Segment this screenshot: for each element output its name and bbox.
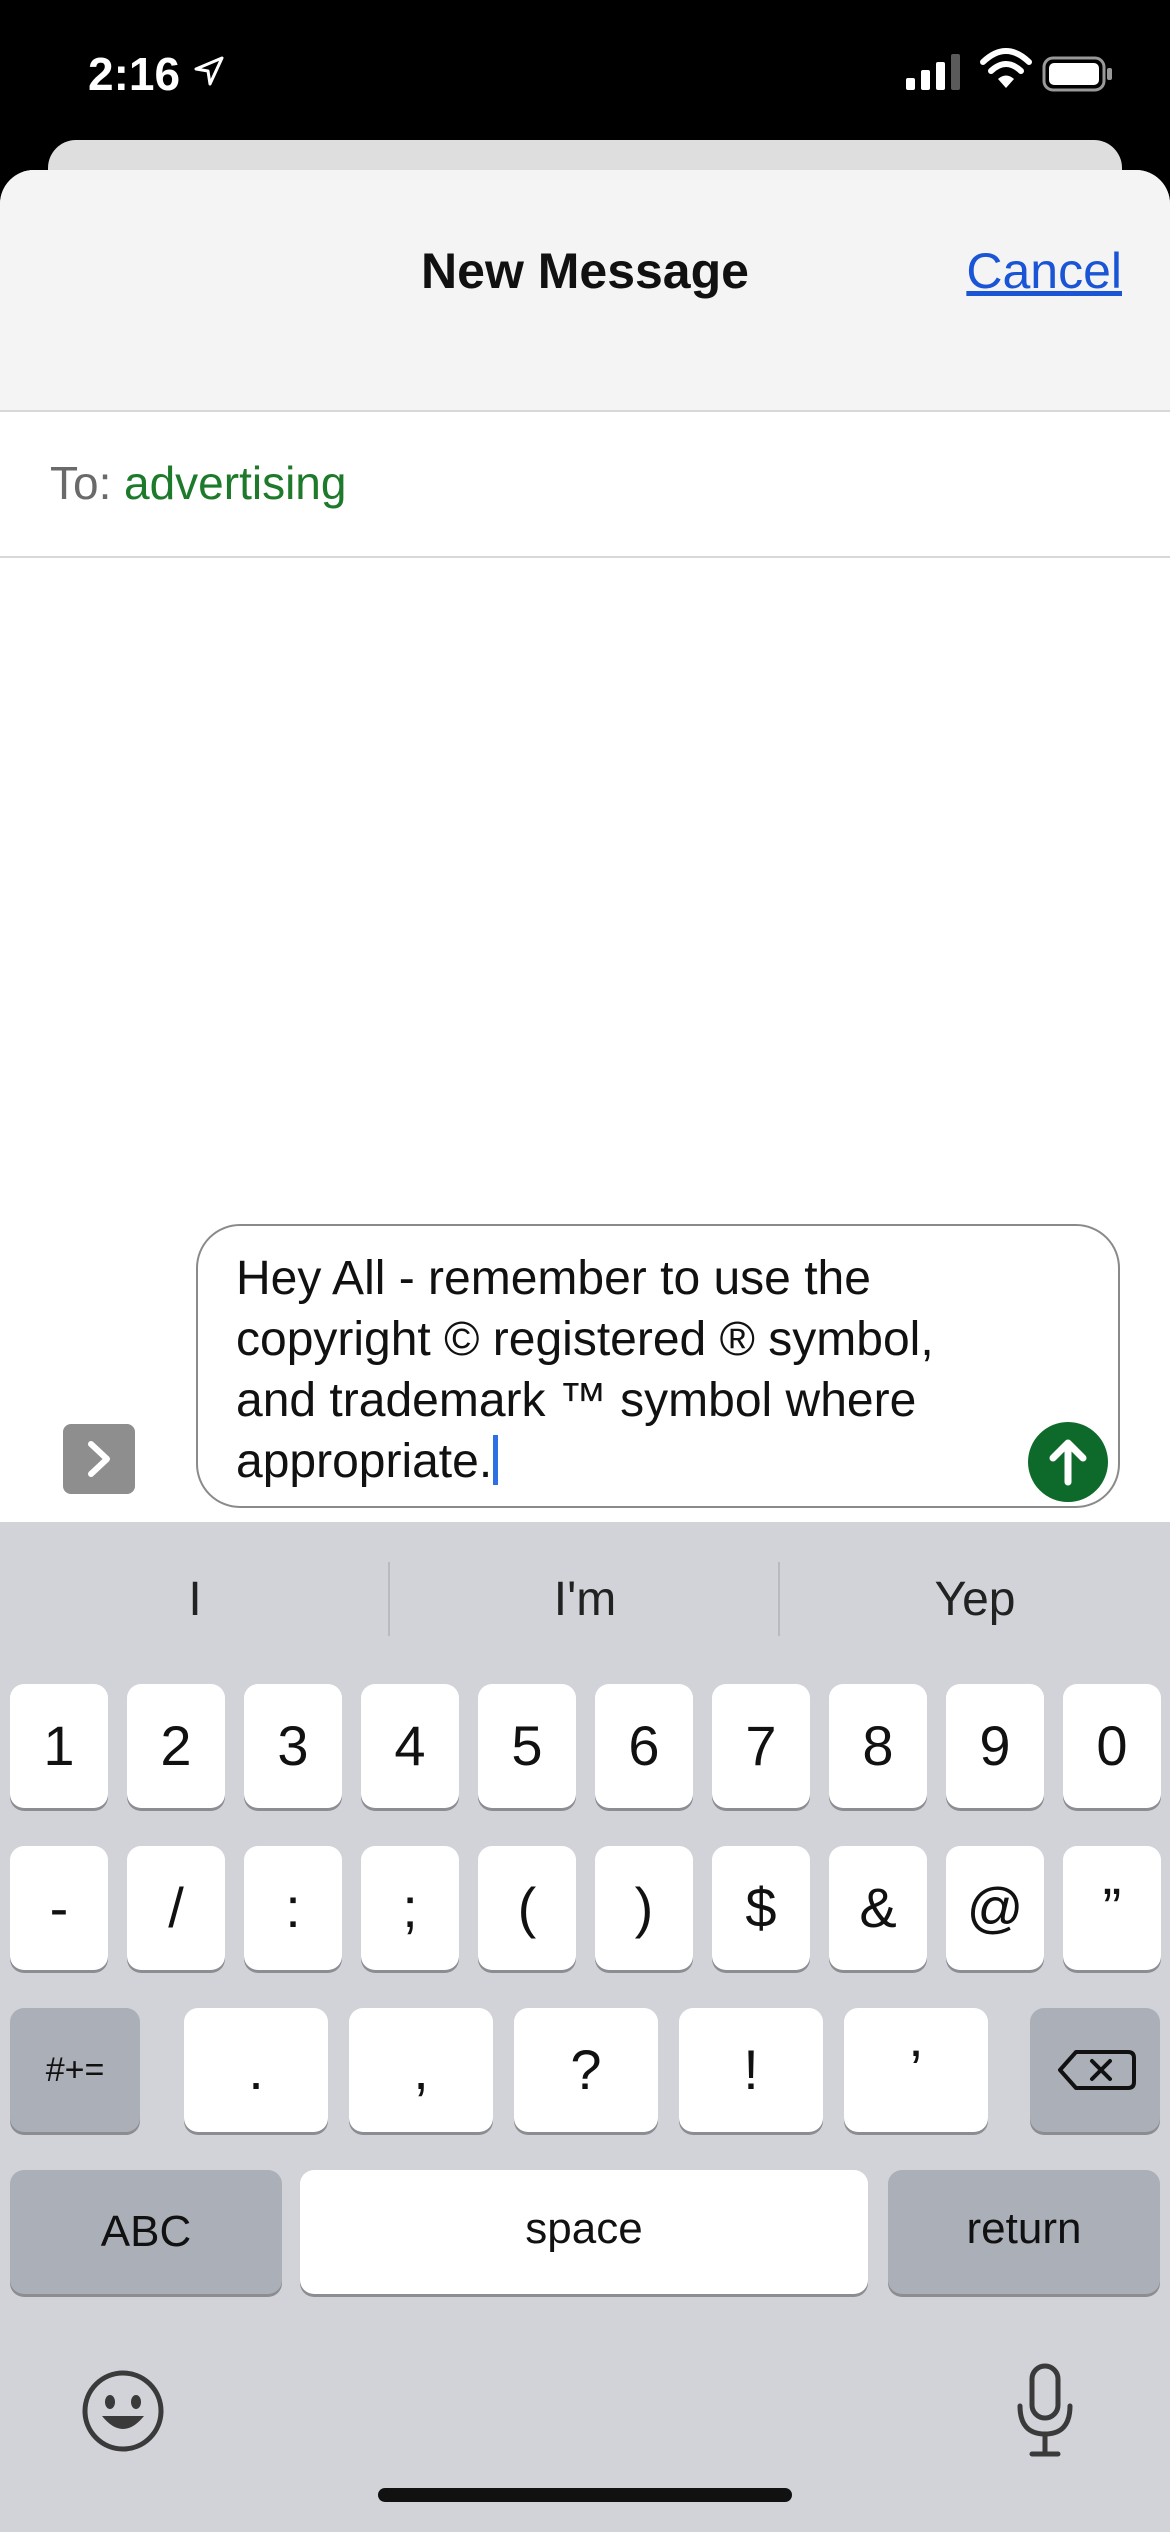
key-row1-0[interactable]: 1 (10, 1684, 108, 1808)
key-label: 0 (1096, 1714, 1128, 1777)
suggestion-1[interactable]: I (0, 1572, 390, 1627)
key-row3-3[interactable]: ! (679, 2008, 823, 2132)
key-label: ( (517, 1876, 537, 1939)
recipient-value[interactable]: advertising (124, 456, 346, 510)
arrow-up-icon (1049, 1439, 1087, 1486)
key-label: ; (402, 1876, 418, 1939)
message-line: and trademark ™ symbol where (236, 1374, 917, 1427)
keyboard: I I'm Yep 1 2 3 4 5 6 7 8 9 0 - /:; () $ & @ ” #+= .,?!… (0, 1522, 1170, 2532)
key-label: 3 (277, 1714, 309, 1777)
key-label: 6 (628, 1714, 660, 1777)
sheet-header: New Message Cancel (0, 170, 1170, 412)
return-key[interactable]: return (888, 2170, 1160, 2294)
key-label: 9 (979, 1714, 1011, 1777)
suggestion-3[interactable]: Yep (780, 1572, 1170, 1627)
key-row1-3[interactable]: 4 (361, 1684, 459, 1808)
chevron-right-icon (88, 1441, 110, 1477)
suggestion-2[interactable]: I'm (390, 1572, 780, 1627)
home-indicator (378, 2488, 792, 2502)
recipient-field[interactable]: To: advertising (0, 412, 1170, 558)
key-label: ’ (909, 2038, 923, 2101)
text-cursor (493, 1435, 499, 1485)
key-label: 4 (394, 1714, 426, 1777)
key-row3-2[interactable]: ? (514, 2008, 658, 2132)
key-row3-1[interactable]: , (349, 2008, 493, 2132)
location-arrow-icon (194, 56, 224, 91)
key-row2-6[interactable]: $ (712, 1846, 810, 1970)
status-time: 2:16 (88, 48, 181, 100)
symbols-toggle-key[interactable]: #+= (10, 2008, 140, 2132)
recipient-label: To: (50, 457, 112, 509)
dictation-button[interactable] (1012, 2362, 1078, 2467)
emoji-button[interactable] (80, 2368, 166, 2459)
key-label: ? (570, 2038, 602, 2101)
key-label: @ (966, 1876, 1024, 1939)
send-button[interactable] (1028, 1422, 1108, 1502)
message-line: Hey All - remember to use the (236, 1252, 871, 1305)
key-row3-0[interactable]: . (184, 2008, 328, 2132)
key-row3-4[interactable]: ’ (844, 2008, 988, 2132)
return-key-label: return (966, 2204, 1082, 2253)
space-key[interactable]: space (300, 2170, 868, 2294)
key-label: 5 (511, 1714, 543, 1777)
key-row2-9[interactable]: ” (1063, 1846, 1161, 1970)
key-row1-5[interactable]: 6 (595, 1684, 693, 1808)
key-label: ! (743, 2038, 759, 2101)
cellular-signal-icon (904, 52, 964, 97)
message-text[interactable]: Hey All - remember to use the copyright … (236, 1248, 1036, 1492)
battery-icon (1042, 56, 1114, 97)
key-row1-8[interactable]: 9 (946, 1684, 1044, 1808)
key-row2-3[interactable]: ; (361, 1846, 459, 1970)
expand-apps-button[interactable] (63, 1424, 135, 1494)
key-label: : (285, 1876, 301, 1939)
symbols-toggle-label: #+= (45, 2051, 105, 2089)
key-row1-1[interactable]: 2 (127, 1684, 225, 1808)
key-row1-9[interactable]: 0 (1063, 1684, 1161, 1808)
key-label: , (413, 2038, 429, 2101)
key-row2-8[interactable]: @ (946, 1846, 1044, 1970)
message-input[interactable]: Hey All - remember to use the copyright … (196, 1224, 1120, 1508)
abc-key-label: ABC (100, 2207, 192, 2256)
key-row1-7[interactable]: 8 (829, 1684, 927, 1808)
key-row2-2[interactable]: : (244, 1846, 342, 1970)
key-label: 8 (862, 1714, 894, 1777)
key-label: 2 (160, 1714, 192, 1777)
microphone-icon (1017, 2363, 1073, 2457)
key-row2-4[interactable]: ( (478, 1846, 576, 1970)
message-line: appropriate. (236, 1435, 493, 1488)
delete-key[interactable] (1030, 2008, 1160, 2132)
key-row2-5[interactable]: ) (595, 1846, 693, 1970)
key-row2-0[interactable]: - (10, 1846, 108, 1970)
cancel-button[interactable]: Cancel (966, 242, 1122, 300)
key-label: ) (634, 1876, 654, 1939)
key-row1-2[interactable]: 3 (244, 1684, 342, 1808)
message-line: copyright © registered ® symbol, (236, 1313, 934, 1366)
key-label: 7 (745, 1714, 777, 1777)
key-label: - (49, 1876, 69, 1939)
key-label: 1 (43, 1714, 75, 1777)
key-row1-6[interactable]: 7 (712, 1684, 810, 1808)
key-row1-4[interactable]: 5 (478, 1684, 576, 1808)
space-key-label: space (525, 2204, 643, 2253)
key-label: . (248, 2038, 264, 2101)
message-last-line: appropriate. (236, 1431, 1036, 1492)
delete-backspace-icon (1058, 2050, 1136, 2090)
key-label: ” (1102, 1876, 1122, 1939)
key-row2-7[interactable]: & (829, 1846, 927, 1970)
abc-key[interactable]: ABC (10, 2170, 282, 2294)
key-label: $ (745, 1876, 777, 1939)
key-label: / (168, 1876, 184, 1939)
emoji-icon (82, 2370, 164, 2452)
key-label: & (859, 1876, 897, 1939)
key-row2-1[interactable]: / (127, 1846, 225, 1970)
wifi-icon (980, 46, 1032, 95)
